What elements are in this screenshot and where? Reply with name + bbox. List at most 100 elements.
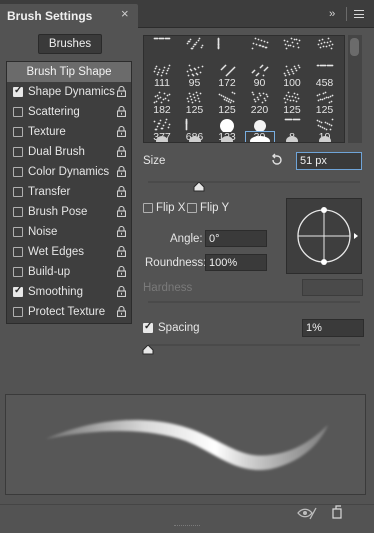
- brush-preset[interactable]: [309, 133, 341, 142]
- option-label: Scattering: [28, 106, 80, 118]
- spacing-input[interactable]: 1%: [302, 319, 364, 337]
- option-checkbox[interactable]: [13, 285, 23, 297]
- reset-size-icon[interactable]: [270, 153, 284, 167]
- brush-preset[interactable]: [146, 36, 178, 62]
- option-checkbox[interactable]: [13, 85, 23, 97]
- brush-preset[interactable]: 172: [211, 63, 243, 89]
- option-checkbox[interactable]: [13, 247, 23, 257]
- lock-icon[interactable]: [117, 166, 126, 177]
- brush-preset[interactable]: [276, 133, 308, 142]
- brush-preset[interactable]: 125: [211, 90, 243, 116]
- flip-x-box[interactable]: [143, 203, 153, 213]
- close-icon[interactable]: ×: [121, 6, 129, 21]
- option-build-up[interactable]: Build-up: [7, 262, 131, 282]
- option-transfer[interactable]: Transfer: [7, 182, 131, 202]
- roundness-input[interactable]: 100%: [205, 254, 267, 271]
- collapse-icon[interactable]: ››: [329, 8, 335, 20]
- resize-grip[interactable]: [174, 525, 200, 528]
- brush-preset-grid[interactable]: 1119517290100458182125125220125125377686…: [143, 35, 345, 143]
- flip-y-box[interactable]: [187, 203, 197, 213]
- toggle-preview-eye-icon[interactable]: [296, 505, 318, 524]
- brush-preset[interactable]: 100: [276, 63, 308, 89]
- option-texture[interactable]: Texture: [7, 122, 131, 142]
- option-checkbox[interactable]: [13, 127, 23, 137]
- option-color-dynamics[interactable]: Color Dynamics: [7, 162, 131, 182]
- size-slider-track[interactable]: [148, 181, 360, 183]
- option-noise[interactable]: Noise: [7, 222, 131, 242]
- option-checkbox[interactable]: [13, 147, 23, 157]
- brush-tip-thumbnail: [217, 118, 237, 133]
- brush-preset[interactable]: 111: [146, 63, 178, 89]
- option-label: Shape Dynamics: [28, 86, 115, 98]
- option-checkbox[interactable]: [13, 187, 23, 197]
- angle-roundness-widget[interactable]: [286, 198, 362, 274]
- option-checkbox[interactable]: [13, 267, 23, 277]
- brush-preset[interactable]: 125: [276, 90, 308, 116]
- option-checkbox[interactable]: [13, 107, 23, 117]
- option-shape-dynamics[interactable]: Shape Dynamics: [7, 82, 131, 102]
- brush-tip-shape-item[interactable]: Brush Tip Shape: [7, 62, 131, 82]
- brush-preset[interactable]: [276, 36, 308, 62]
- lock-icon[interactable]: [117, 146, 126, 157]
- brush-tip-thumbnail: [185, 118, 205, 132]
- brush-preset[interactable]: 125: [309, 90, 341, 116]
- brush-tip-thumbnail: [250, 118, 270, 132]
- option-dual-brush[interactable]: Dual Brush: [7, 142, 131, 162]
- brush-preset[interactable]: 125: [179, 90, 211, 116]
- lock-icon[interactable]: [117, 206, 126, 217]
- hamburger-menu-icon[interactable]: [354, 10, 364, 18]
- option-protect-texture[interactable]: Protect Texture: [7, 302, 131, 322]
- lock-icon[interactable]: [117, 266, 126, 277]
- brush-size-label: 458: [315, 77, 334, 89]
- option-checkbox[interactable]: [13, 167, 23, 177]
- angle-input[interactable]: 0°: [205, 230, 267, 247]
- spacing-slider-track[interactable]: [148, 344, 360, 346]
- brush-preset[interactable]: [309, 36, 341, 62]
- new-brush-icon[interactable]: [330, 505, 344, 524]
- brush-tip-thumbnail: [250, 64, 270, 78]
- brush-size-label: 125: [185, 104, 204, 116]
- brush-preset[interactable]: [211, 133, 243, 142]
- brush-tip-thumbnail: [250, 91, 270, 105]
- brush-size-label: 172: [218, 77, 236, 89]
- brush-preset[interactable]: 182: [146, 90, 178, 116]
- brush-preset[interactable]: 220: [244, 90, 276, 116]
- panel-title: Brush Settings: [7, 9, 93, 23]
- lock-icon[interactable]: [117, 86, 126, 97]
- lock-icon[interactable]: [117, 286, 126, 297]
- lock-icon[interactable]: [117, 306, 126, 317]
- brush-tip-thumbnail: [315, 91, 335, 105]
- lock-icon[interactable]: [117, 246, 126, 257]
- brush-preset[interactable]: 90: [244, 63, 276, 89]
- spacing-label: Spacing: [158, 322, 200, 334]
- option-checkbox[interactable]: [13, 227, 23, 237]
- brush-preset[interactable]: [146, 133, 178, 142]
- lock-icon[interactable]: [117, 126, 126, 137]
- brush-preset[interactable]: [179, 133, 211, 142]
- brush-preset[interactable]: 458: [309, 63, 341, 89]
- option-checkbox[interactable]: [13, 207, 23, 217]
- brush-size-label: 111: [154, 77, 170, 89]
- lock-icon[interactable]: [117, 226, 126, 237]
- option-brush-pose[interactable]: Brush Pose: [7, 202, 131, 222]
- brush-tip-thumbnail: [282, 91, 302, 105]
- option-label: Protect Texture: [28, 306, 106, 318]
- lock-icon[interactable]: [117, 106, 126, 117]
- brush-tip-thumbnail: [250, 37, 270, 51]
- brush-tip-thumbnail: [282, 118, 302, 132]
- option-wet-edges[interactable]: Wet Edges: [7, 242, 131, 262]
- brush-grid-scroll-thumb[interactable]: [350, 38, 359, 56]
- brush-preset[interactable]: [244, 36, 276, 62]
- option-checkbox[interactable]: [13, 307, 23, 317]
- brush-preset[interactable]: [211, 36, 243, 62]
- option-smoothing[interactable]: Smoothing: [7, 282, 131, 302]
- spacing-checkbox[interactable]: [143, 321, 153, 333]
- size-input[interactable]: 51 px: [296, 152, 362, 170]
- brush-preset[interactable]: 95: [179, 63, 211, 89]
- option-scattering[interactable]: Scattering: [7, 102, 131, 122]
- brush-preset[interactable]: [179, 36, 211, 62]
- size-slider-thumb[interactable]: [193, 181, 205, 195]
- brushes-button[interactable]: Brushes: [38, 34, 102, 54]
- spacing-slider-thumb[interactable]: [142, 344, 154, 358]
- lock-icon[interactable]: [117, 186, 126, 197]
